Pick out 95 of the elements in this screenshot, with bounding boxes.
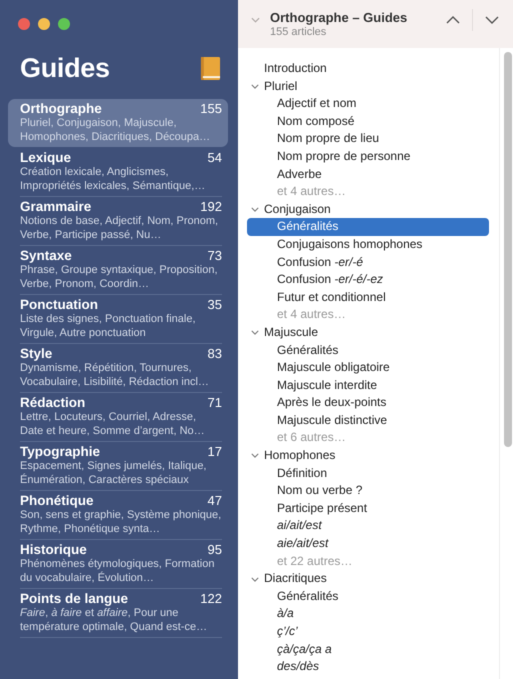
article-row[interactable]: Majuscule interdite bbox=[247, 376, 489, 394]
guide-summary: Pluriel, Conjugaison, Majuscule, Homophones, Diacritiques, Découpa… bbox=[20, 117, 212, 144]
disclosure-icon[interactable] bbox=[251, 453, 259, 458]
section-label: Conjugaison bbox=[264, 200, 331, 218]
article-row[interactable]: Après le deux-points bbox=[247, 394, 489, 412]
article-row[interactable]: des/dès bbox=[247, 658, 489, 676]
guide-item[interactable]: Phonétique 47 Son, sens et graphie, Système phonique, Rythme, Phonétique synta… bbox=[8, 491, 228, 539]
guide-name: Rédaction bbox=[20, 395, 86, 410]
article-row[interactable]: Confusion -er/-é bbox=[247, 254, 489, 272]
guide-item[interactable]: Orthographe 155 Pluriel, Conjugaison, Majuscule, Homophones, Diacritiques, Découpa… bbox=[8, 99, 228, 147]
guide-summary: Espacement, Signes jumelés, Italique, Énumération, Caractères spéciaux bbox=[20, 460, 208, 487]
article-row[interactable]: Nom propre de lieu bbox=[247, 130, 489, 148]
scrollbar-thumb[interactable] bbox=[504, 52, 512, 447]
article-row[interactable]: aie/ait/est bbox=[247, 535, 489, 553]
guide-summary: Lettre, Locuteurs, Courriel, Adresse, Date et heure, Somme d’argent, No… bbox=[20, 411, 206, 438]
guide-name: Grammaire bbox=[20, 199, 92, 214]
article-count: 54 bbox=[208, 150, 222, 165]
guide-name: Lexique bbox=[20, 150, 72, 165]
article-row[interactable]: Nom ou verbe ? bbox=[247, 482, 489, 500]
guide-name: Style bbox=[20, 346, 52, 361]
disclosure-icon[interactable] bbox=[251, 84, 259, 89]
article-row[interactable]: Confusion -er/-é/-ez bbox=[247, 271, 489, 289]
detail-title: Orthographe – Guides bbox=[270, 10, 408, 25]
window-control-dot[interactable] bbox=[58, 18, 70, 30]
guide-item[interactable]: Rédaction 71 Lettre, Locuteurs, Courriel, Adresse, Date et heure, Somme d’argent, No… bbox=[8, 393, 228, 441]
guide-item[interactable]: Grammaire 192 Notions de base, Adjectif, Nom, Pronom, Verbe, Participe passé, Nu… bbox=[8, 197, 228, 245]
sidebar-title: Guides bbox=[20, 52, 110, 84]
window-control-dot[interactable] bbox=[18, 18, 30, 30]
guide-item[interactable]: Lexique 54 Création lexicale, Anglicismes, Impropriétés lexicales, Sémantique,… bbox=[8, 148, 228, 196]
section-label: Pluriel bbox=[264, 78, 298, 95]
section-label: Homophones bbox=[264, 447, 336, 464]
guide-summary: Dynamisme, Répétition, Tournures, Vocabulaire, Lisibilité, Rédaction incl… bbox=[20, 362, 210, 389]
article-row[interactable]: Participe présent bbox=[247, 500, 489, 518]
article-row[interactable]: çà/ça/ça a bbox=[247, 640, 489, 658]
guide-item[interactable]: Style 83 Dynamisme, Répétition, Tournures, Vocabulaire, Lisibilité, Rédaction incl… bbox=[8, 344, 228, 392]
article-count: 47 bbox=[208, 493, 222, 508]
guide-name: Typographie bbox=[20, 444, 100, 459]
chevron-up-icon bbox=[446, 16, 460, 24]
book-icon bbox=[200, 56, 221, 80]
article-count: 122 bbox=[200, 591, 222, 606]
section-row[interactable]: Homophones bbox=[247, 447, 489, 465]
article-row[interactable]: Généralités bbox=[247, 342, 489, 360]
article-row[interactable]: Futur et conditionnel bbox=[247, 288, 489, 306]
guide-summary: Liste des signes, Ponctuation finale, Virgule, Autre ponctuation bbox=[20, 313, 197, 340]
article-count: 192 bbox=[200, 199, 222, 214]
article-row[interactable]: Généralités bbox=[247, 218, 489, 236]
section-row[interactable]: Diacritiques bbox=[247, 570, 489, 588]
article-row[interactable]: Adverbe bbox=[247, 166, 489, 184]
guide-summary: Faire, à faire et affaire, Pour une température optimale, Quand est-ce… bbox=[20, 607, 208, 634]
article-row[interactable]: Nom propre de personne bbox=[247, 148, 489, 166]
guide-item[interactable]: Historique 95 Phénomènes étymologiques, Formation du vocabulaire, Évolution… bbox=[8, 540, 228, 588]
article-row[interactable]: Majuscule obligatoire bbox=[247, 359, 489, 377]
article-row[interactable]: Conjugaisons homophones bbox=[247, 236, 489, 254]
guide-item[interactable]: Points de langue 122 Faire, à faire et affaire, Pour une température optimale, Quand est-ce… bbox=[8, 589, 228, 637]
disclosure-icon[interactable] bbox=[251, 330, 259, 336]
guide-summary: Notions de base, Adjectif, Nom, Pronom, Verbe, Participe passé, Nu… bbox=[20, 215, 220, 242]
guide-summary: Création lexicale, Anglicismes, Impropriétés lexicales, Sémantique,… bbox=[20, 166, 206, 193]
disclosure-icon[interactable] bbox=[251, 207, 259, 212]
article-count: 17 bbox=[208, 444, 222, 459]
guide-name: Syntaxe bbox=[20, 248, 72, 263]
section-row[interactable]: Pluriel bbox=[247, 78, 489, 96]
article-row[interactable]: Généralités bbox=[247, 588, 489, 606]
section-row[interactable]: Conjugaison bbox=[247, 200, 489, 218]
guide-item[interactable]: Typographie 17 Espacement, Signes jumelés, Italique, Énumération, Caractères spéciaux bbox=[8, 442, 228, 490]
article-row[interactable]: ai/ait/est bbox=[247, 517, 489, 536]
guide-summary: Phénomènes étymologiques, Formation du vocabulaire, Évolution… bbox=[20, 558, 216, 585]
window-control-dot[interactable] bbox=[38, 18, 50, 30]
article-count: 35 bbox=[208, 297, 222, 312]
section-label: Diacritiques bbox=[264, 570, 327, 588]
article-row[interactable]: Définition bbox=[247, 464, 489, 482]
article-count: 73 bbox=[208, 248, 222, 263]
article-row[interactable]: à/a bbox=[247, 605, 489, 623]
article-count: 95 bbox=[208, 542, 222, 557]
article-row[interactable]: Nom composé bbox=[247, 112, 489, 130]
article-count: 71 bbox=[208, 395, 222, 410]
chevron-down-icon bbox=[485, 16, 499, 24]
guide-name: Historique bbox=[20, 542, 87, 557]
guide-name: Points de langue bbox=[20, 591, 128, 606]
article-count: 155 bbox=[200, 101, 222, 116]
guide-item[interactable]: Ponctuation 35 Liste des signes, Ponctuation finale, Virgule, Autre ponctuation bbox=[8, 295, 228, 343]
section-row[interactable]: Majuscule bbox=[247, 324, 489, 342]
article-count: 83 bbox=[208, 346, 222, 361]
article-row[interactable]: Majuscule distinctive bbox=[247, 412, 489, 430]
article-row[interactable]: Introduction bbox=[247, 60, 489, 78]
guide-name: Ponctuation bbox=[20, 297, 98, 312]
guide-item[interactable]: Syntaxe 73 Phrase, Groupe syntaxique, Proposition, Verbe, Pronom, Coordin… bbox=[8, 246, 228, 294]
section-label: Majuscule bbox=[264, 324, 318, 341]
article-row[interactable]: Adjectif et nom bbox=[247, 95, 489, 113]
guide-name: Phonétique bbox=[20, 493, 94, 508]
guide-name: Orthographe bbox=[20, 101, 102, 116]
article-row[interactable]: ç’/c’ bbox=[247, 623, 489, 641]
guide-summary: Phrase, Groupe syntaxique, Proposition, Verbe, Pronom, Coordin… bbox=[20, 264, 219, 291]
disclosure-icon[interactable] bbox=[251, 576, 259, 582]
guide-summary: Son, sens et graphie, Système phonique, Rythme, Phonétique synta… bbox=[20, 509, 222, 536]
article-count: 155 articles bbox=[270, 26, 328, 38]
